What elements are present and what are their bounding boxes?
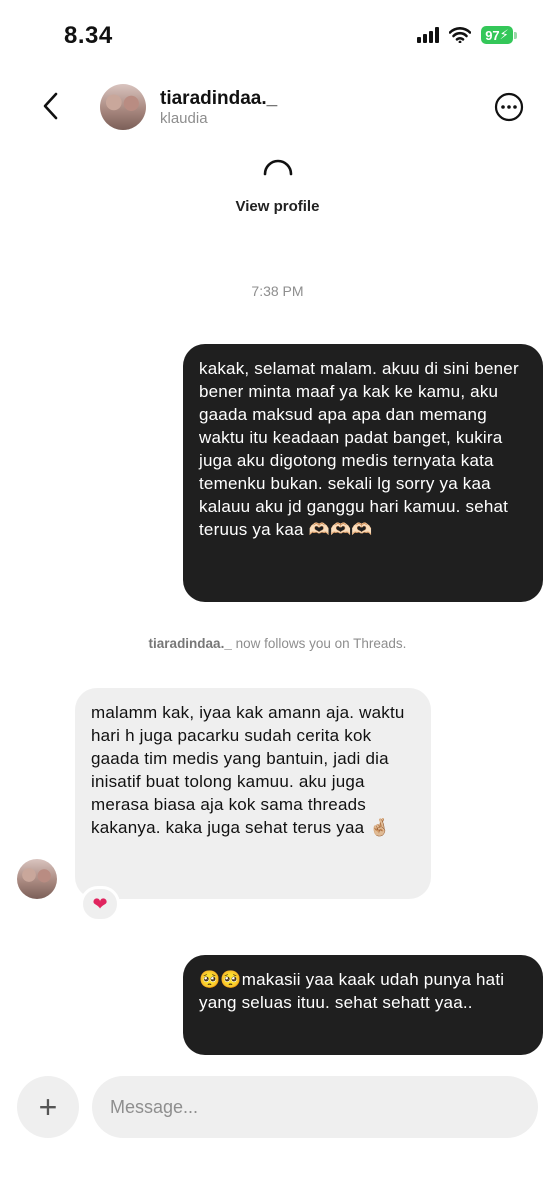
sent-message[interactable]: kakak, selamat malam. akuu di sini bener… (183, 344, 543, 602)
status-time: 8.34 (64, 22, 113, 49)
status-icons: 97 ⚡ (417, 26, 517, 44)
battery-icon: 97 ⚡ (481, 26, 517, 44)
received-message[interactable]: malamm kak, iyaa kak amann aja. waktu ha… (75, 688, 431, 899)
cellular-signal-icon (417, 27, 439, 43)
view-profile-button[interactable]: View profile (0, 198, 555, 215)
battery-level: 97 (485, 27, 500, 43)
system-note-text: now follows you on Threads. (231, 636, 407, 651)
more-options-icon[interactable] (494, 92, 524, 122)
contact-subtitle: klaudia (160, 110, 208, 127)
wifi-icon (449, 27, 471, 43)
heart-reaction-icon[interactable]: ❤ (80, 886, 120, 922)
system-note: tiaradindaa._ now follows you on Threads… (0, 636, 555, 651)
system-note-user: tiaradindaa._ (148, 636, 232, 651)
loading-spinner-icon (263, 159, 293, 176)
message-input[interactable] (92, 1076, 538, 1138)
contact-username[interactable]: tiaradindaa._ (160, 88, 277, 110)
back-arrow-icon[interactable] (36, 88, 68, 124)
sender-avatar[interactable] (17, 859, 57, 899)
add-attachment-button[interactable]: + (17, 1076, 79, 1138)
avatar[interactable] (100, 84, 146, 130)
sent-message[interactable]: 🥺🥺makasii yaa kaak udah punya hati yang … (183, 955, 543, 1055)
message-timestamp: 7:38 PM (251, 283, 304, 299)
